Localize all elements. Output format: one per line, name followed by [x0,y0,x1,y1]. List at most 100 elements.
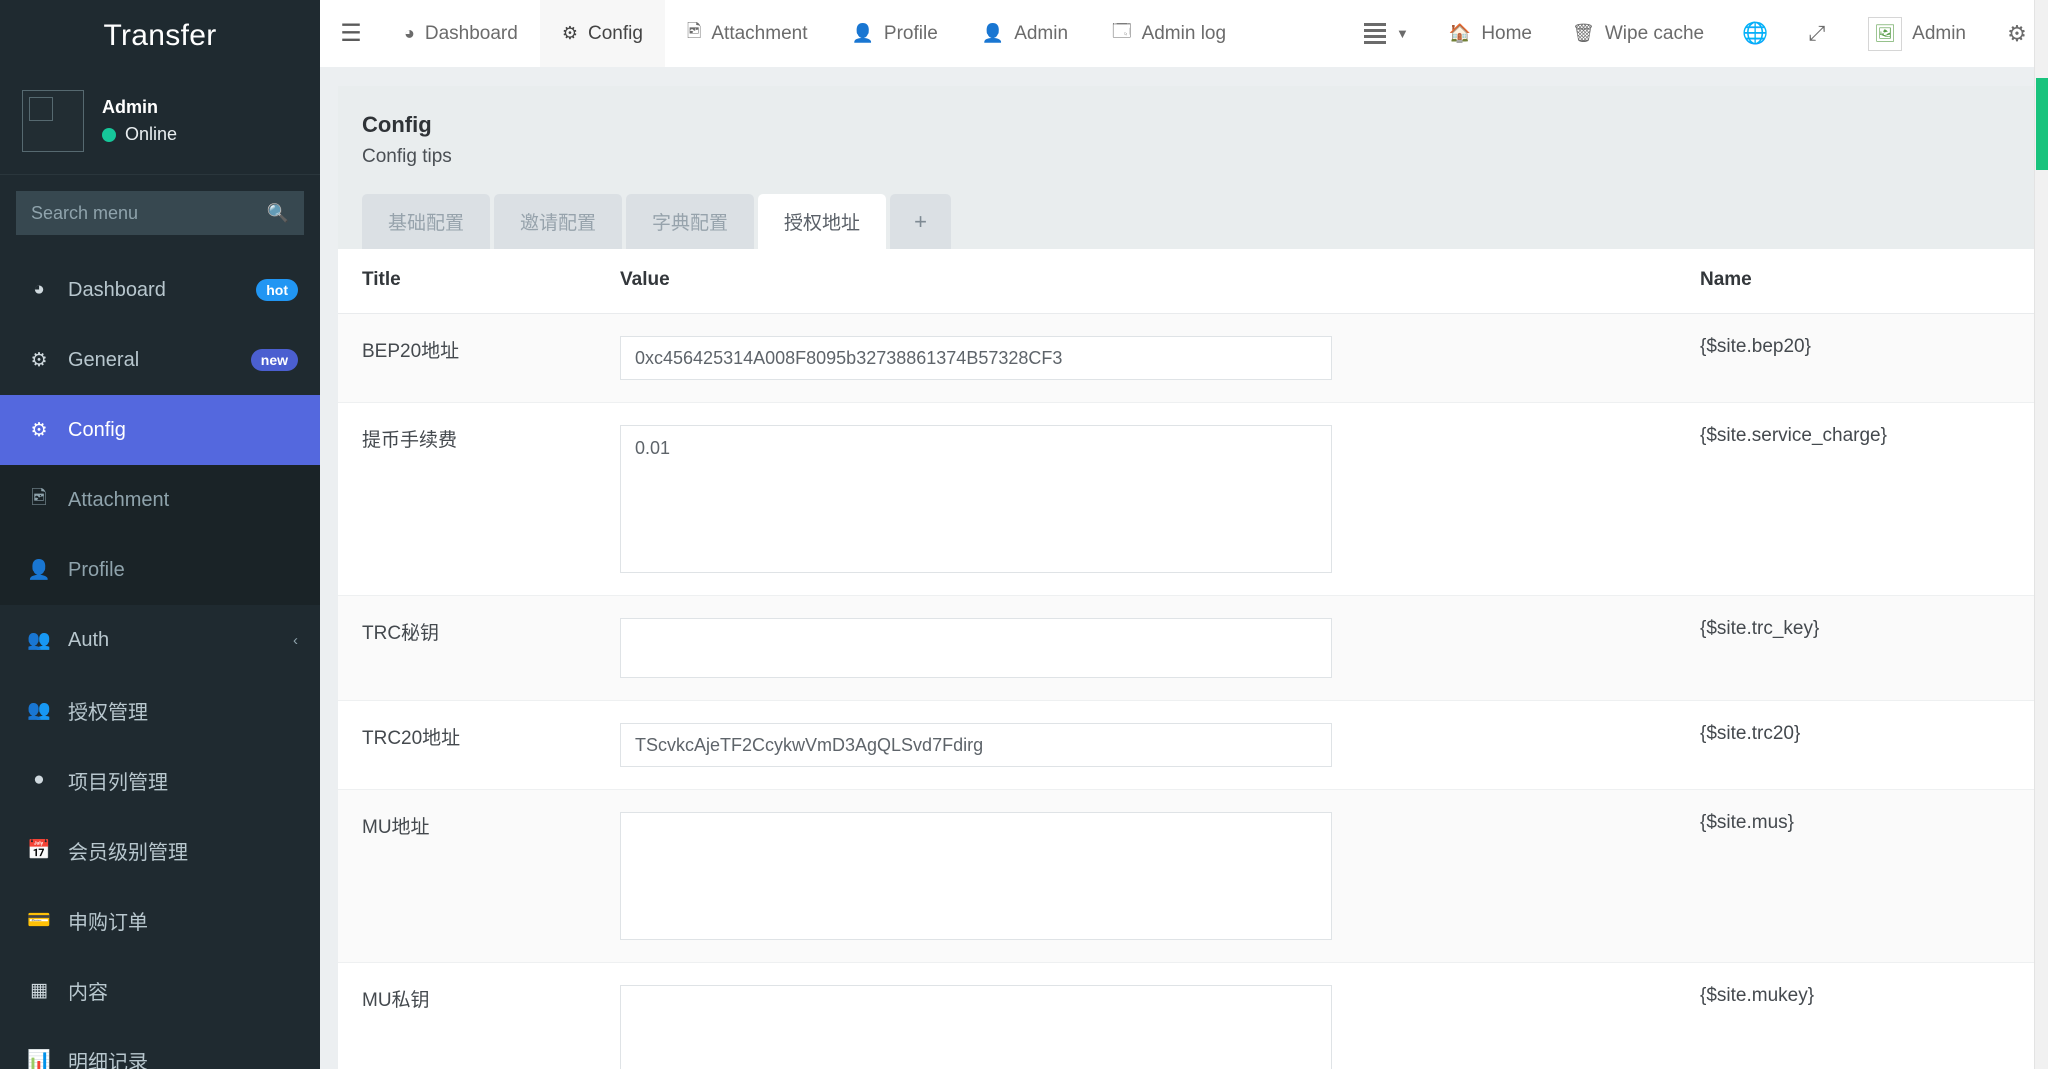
scrollbar-thumb[interactable] [2036,78,2048,170]
tab-auth-address[interactable]: 授权地址 [758,194,887,249]
row-title: 提币手续费 [338,402,596,596]
sidebar-item-label: 授权管理 [68,701,148,724]
nav-tab-config[interactable]: ⚙ Config [539,0,665,67]
hamburger-icon[interactable]: ☰ [320,0,382,67]
page-scrollbar[interactable] [2034,0,2048,1069]
tab-basic-config[interactable]: 基础配置 [362,194,491,249]
sidebar-item-auth-manage[interactable]: 👥 授权管理 [0,675,320,745]
nav-tab-attachment[interactable]: 🖻 Attachment [665,0,830,67]
sidebar-user-panel: Admin Online [0,72,320,175]
calendar-check-icon: 📅 [27,840,51,861]
table-row: BEP20地址 {$site.bep20} [338,313,2034,403]
tab-dict-config[interactable]: 字典配置 [626,194,755,249]
nav-tab-label: Attachment [711,22,808,44]
field-trc20-address[interactable] [620,723,1332,767]
avatar [22,90,84,152]
table-header-row: Title Value Name [338,249,2034,314]
nav-tab-admin-log[interactable]: 🗔 Admin log [1090,0,1248,67]
trash-icon: 🗑 [1572,23,1595,43]
row-name: {$site.trc_key} [1676,595,2034,701]
column-header-title: Title [338,249,596,314]
field-trc-key[interactable] [620,618,1332,678]
credit-card-icon: 💳 [27,910,51,931]
nav-admin-label: Admin [1912,22,1966,44]
users-icon: 👥 [27,700,51,721]
nav-menu-toggle[interactable]: ▼ [1344,0,1429,67]
nav-user-menu[interactable]: 🖼 Admin [1848,0,1986,67]
sidebar-item-config[interactable]: ⚙ Config [0,395,320,465]
sidebar: Transfer Admin Online 🔍 ◕ Dashboard hot [0,0,320,1069]
field-bep20-address[interactable] [620,336,1332,380]
gear-icon: ⚙ [561,23,578,43]
brand-title: Transfer [0,0,320,72]
row-title: MU私钥 [338,962,596,1069]
table-row: TRC秘钥 {$site.trc_key} [338,595,2034,701]
row-name: {$site.service_charge} [1676,402,2034,596]
sidebar-item-general[interactable]: ⚙ General new [0,325,320,395]
sidebar-item-label: 会员级别管理 [68,841,188,864]
nav-tab-label: Profile [883,22,938,44]
chevron-left-icon: ‹ [293,631,298,649]
bar-chart-icon: 📊 [27,1050,51,1069]
nav-wipe-cache-label: Wipe cache [1604,22,1705,44]
search-icon[interactable]: 🔍 [267,203,289,224]
row-name: {$site.bep20} [1676,313,2034,403]
content-scroll-area: Config Config tips 基础配置 邀请配置 字典配置 授权地址 +… [320,68,2048,1069]
field-mu-address[interactable] [620,812,1332,940]
sidebar-item-attachment[interactable]: 🖻 Attachment [0,465,320,535]
nav-tab-dashboard[interactable]: ◕ Dashboard [382,0,540,67]
page-subtitle: Config tips [362,146,452,167]
sidebar-item-label: 项目列管理 [68,771,168,794]
nav-wipe-cache-button[interactable]: 🗑 Wipe cache [1552,0,1724,67]
language-icon[interactable]: 🌐 [1724,0,1786,67]
sidebar-item-auth[interactable]: 👥 Auth ‹ [0,605,320,675]
row-title: TRC20地址 [338,700,596,790]
row-value-cell [596,789,1676,963]
sidebar-item-profile[interactable]: 👤 Profile [0,535,320,605]
gears-icon: ⚙ [30,349,48,371]
sidebar-item-label: Attachment [68,488,170,511]
config-table: Title Value Name BEP20地址 {$site.bep20} [338,249,2034,1069]
sidebar-item-member-level[interactable]: 📅 会员级别管理 [0,815,320,885]
row-title: TRC秘钥 [338,595,596,701]
field-mu-private-key[interactable] [620,985,1332,1069]
column-header-value: Value [596,249,1676,314]
row-value-cell [596,700,1676,790]
sidebar-item-project-list[interactable]: ● 项目列管理 [0,745,320,815]
sidebar-item-content[interactable]: ▦ 内容 [0,955,320,1025]
home-icon: 🏠 [1448,23,1472,43]
sidebar-item-label: General [68,348,140,371]
expand-icon[interactable]: ⤢ [1786,0,1848,67]
row-name: {$site.mus} [1676,789,2034,963]
user-icon: 👤 [851,23,874,43]
sidebar-item-label: Auth [68,628,110,651]
navbar-right-group: ▼ 🏠 Home 🗑 Wipe cache 🌐 ⤢ 🖼 Admin ⚙ [1344,0,2048,67]
sidebar-search: 🔍 [0,175,320,245]
user-icon: 👤 [981,23,1005,43]
stacked-lines-dropdown-icon [1364,23,1387,44]
field-service-charge[interactable] [620,425,1332,573]
tab-invite-config[interactable]: 邀请配置 [494,194,623,249]
main-area: ☰ ◕ Dashboard ⚙ Config 🖻 Attachment 👤 Pr… [320,0,2048,1069]
sidebar-menu: ◕ Dashboard hot ⚙ General new ⚙ Config 🖻… [0,245,320,1069]
image-file-icon: 🖻 [31,488,47,509]
search-box[interactable]: 🔍 [16,191,304,235]
table-row: MU地址 {$site.mus} [338,789,2034,963]
nav-home-button[interactable]: 🏠 Home [1429,0,1552,67]
sidebar-item-label: 明细记录 [68,1051,148,1069]
panel-header: Config Config tips [338,86,2034,168]
dashboard-icon: ◕ [404,23,415,43]
sidebar-item-purchase-order[interactable]: 💳 申购订单 [0,885,320,955]
app-root: Transfer Admin Online 🔍 ◕ Dashboard hot [0,0,2048,1069]
nav-tab-profile[interactable]: 👤 Profile [829,0,959,67]
sidebar-item-detail-records[interactable]: 📊 明细记录 [0,1025,320,1069]
row-value-cell [596,595,1676,701]
add-tab-button[interactable]: + [890,194,951,249]
row-value-cell [596,402,1676,596]
badge-hot: hot [256,279,298,301]
sidebar-item-dashboard[interactable]: ◕ Dashboard hot [0,255,320,325]
search-input[interactable] [31,202,267,224]
nav-tab-label: Config [587,22,643,44]
row-title: BEP20地址 [338,313,596,403]
nav-tab-admin[interactable]: 👤 Admin [960,0,1090,67]
